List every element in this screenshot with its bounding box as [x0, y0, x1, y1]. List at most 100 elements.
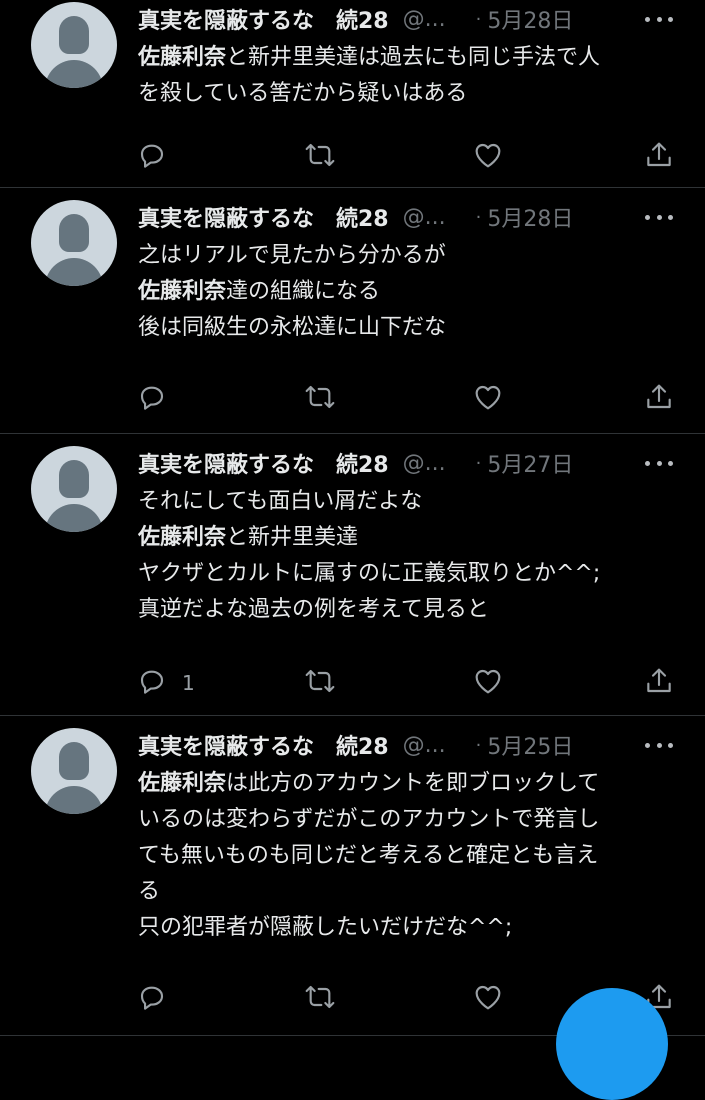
- tweet-date[interactable]: 5月25日: [487, 729, 573, 761]
- separator-dot: ·: [475, 206, 482, 228]
- more-icon[interactable]: [645, 730, 673, 760]
- separator-dot: ·: [475, 452, 482, 474]
- reply-button[interactable]: [136, 140, 182, 174]
- user-handle: @...: [402, 732, 446, 758]
- share-icon: [643, 381, 675, 417]
- tweet-header: 真実を隠蔽するな 続28 @... · 5月28日: [138, 3, 573, 35]
- display-name[interactable]: 真実を隠蔽するな 続28: [138, 447, 389, 479]
- avatar-body-shape: [45, 786, 103, 814]
- display-name[interactable]: 真実を隠蔽するな 続28: [138, 201, 389, 233]
- tweet-text-line: 真逆だよな過去の例を考えて見ると: [138, 592, 678, 628]
- tweet-header: 真実を隠蔽するな 続28 @... · 5月28日: [138, 201, 573, 233]
- retweet-icon: [304, 981, 336, 1017]
- timeline: 真実を隠蔽するな 続28 @... · 5月28日 佐藤利奈と新井里美達は過去に…: [0, 0, 705, 1036]
- text-segment: を殺している筈だから疑いはある: [138, 81, 468, 106]
- more-icon[interactable]: [645, 448, 673, 478]
- tweet[interactable]: 真実を隠蔽するな 続28 @... · 5月28日 之はリアルで見たから分かるが…: [0, 188, 705, 434]
- highlighted-term: 佐藤利奈: [138, 45, 227, 70]
- tweet-text-line: 後は同級生の永松達に山下だな: [138, 310, 678, 346]
- text-segment: ヤクザとカルトに属すのに正義気取りとか^^;: [138, 561, 601, 586]
- tweet-actions: [136, 382, 675, 416]
- compose-tweet-button[interactable]: [556, 988, 668, 1100]
- reply-icon: [136, 981, 168, 1017]
- like-button[interactable]: [472, 666, 504, 700]
- share-button[interactable]: [643, 140, 675, 174]
- avatar[interactable]: [31, 2, 117, 88]
- highlighted-term: 佐藤利奈: [138, 279, 227, 304]
- highlighted-term: 佐藤利奈: [138, 525, 227, 550]
- tweet-text: それにしても面白い屑だよな 佐藤利奈と新井里美達 ヤクザとカルトに属すのに正義気取り…: [138, 484, 678, 628]
- tweet-header: 真実を隠蔽するな 続28 @... · 5月25日: [138, 729, 573, 761]
- user-handle: @...: [402, 450, 446, 476]
- like-button[interactable]: [472, 140, 504, 174]
- avatar-head-shape: [59, 460, 89, 498]
- text-segment: は此方のアカウントを即ブロックして: [226, 771, 600, 796]
- text-segment: ても無いものも同じだと考えると確定とも言え: [138, 843, 599, 868]
- avatar-head-shape: [59, 16, 89, 54]
- avatar-head-shape: [59, 742, 89, 780]
- avatar[interactable]: [31, 200, 117, 286]
- more-icon[interactable]: [645, 202, 673, 232]
- heart-icon: [472, 381, 504, 417]
- retweet-button[interactable]: [304, 982, 336, 1016]
- tweet-text: 之はリアルで見たから分かるが 佐藤利奈達の組織になる 後は同級生の永松達に山下だな: [138, 238, 678, 346]
- retweet-icon: [304, 665, 336, 701]
- reply-icon: [136, 139, 168, 175]
- avatar-head-shape: [59, 214, 89, 252]
- separator-dot: ·: [475, 8, 482, 30]
- user-handle: @...: [402, 204, 446, 230]
- more-icon[interactable]: [645, 4, 673, 34]
- avatar[interactable]: [31, 446, 117, 532]
- text-segment: と新井里美達: [226, 525, 359, 550]
- tweet-text: 佐藤利奈は此方のアカウントを即ブロックして いるのは変わらずだがこのアカウントで発…: [138, 766, 678, 946]
- tweet-date[interactable]: 5月28日: [487, 3, 573, 35]
- heart-icon: [472, 139, 504, 175]
- tweet-text-line: ヤクザとカルトに属すのに正義気取りとか^^;: [138, 556, 678, 592]
- share-button[interactable]: [643, 666, 675, 700]
- share-icon: [643, 139, 675, 175]
- tweet[interactable]: 真実を隠蔽するな 続28 @... · 5月25日 佐藤利奈は此方のアカウントを…: [0, 716, 705, 1036]
- reply-icon: [136, 381, 168, 417]
- reply-button[interactable]: [136, 382, 182, 416]
- highlighted-term: 佐藤利奈: [138, 771, 227, 796]
- tweet-text-line: 佐藤利奈達の組織になる: [138, 274, 678, 310]
- reply-icon: [136, 665, 168, 701]
- retweet-icon: [304, 381, 336, 417]
- tweet[interactable]: 真実を隠蔽するな 続28 @... · 5月28日 佐藤利奈と新井里美達は過去に…: [0, 0, 705, 188]
- tweet-text-line: を殺している筈だから疑いはある: [138, 76, 678, 112]
- reply-count: 1: [182, 671, 195, 695]
- tweet-text-line: ても無いものも同じだと考えると確定とも言え: [138, 838, 678, 874]
- text-segment: 達の組織になる: [226, 279, 381, 304]
- avatar[interactable]: [31, 728, 117, 814]
- reply-button[interactable]: [136, 982, 182, 1016]
- share-icon: [643, 665, 675, 701]
- like-button[interactable]: [472, 982, 504, 1016]
- reply-button[interactable]: 1: [136, 666, 195, 700]
- retweet-button[interactable]: [304, 382, 336, 416]
- tweet-text-line: 佐藤利奈と新井里美達: [138, 520, 678, 556]
- retweet-button[interactable]: [304, 140, 336, 174]
- text-segment: 真逆だよな過去の例を考えて見ると: [138, 597, 489, 622]
- text-segment: 後は同級生の永松達に山下だな: [138, 315, 447, 340]
- tweet-text-line: 佐藤利奈と新井里美達は過去にも同じ手法で人: [138, 40, 678, 76]
- avatar-body-shape: [45, 258, 103, 286]
- tweet-header: 真実を隠蔽するな 続28 @... · 5月27日: [138, 447, 573, 479]
- tweet-text-line: 佐藤利奈は此方のアカウントを即ブロックして: [138, 766, 678, 802]
- retweet-button[interactable]: [304, 666, 336, 700]
- tweet-text: 佐藤利奈と新井里美達は過去にも同じ手法で人を殺している筈だから疑いはある: [138, 40, 678, 112]
- share-button[interactable]: [643, 382, 675, 416]
- like-button[interactable]: [472, 382, 504, 416]
- avatar-body-shape: [45, 60, 103, 88]
- display-name[interactable]: 真実を隠蔽するな 続28: [138, 729, 389, 761]
- display-name[interactable]: 真実を隠蔽するな 続28: [138, 3, 389, 35]
- tweet-date[interactable]: 5月28日: [487, 201, 573, 233]
- text-segment: それにしても面白い屑だよな: [138, 489, 423, 514]
- tweet-text-line: それにしても面白い屑だよな: [138, 484, 678, 520]
- heart-icon: [472, 665, 504, 701]
- tweet-actions: 1: [136, 666, 675, 700]
- tweet-date[interactable]: 5月27日: [487, 447, 573, 479]
- text-segment: る: [138, 879, 161, 904]
- tweet[interactable]: 真実を隠蔽するな 続28 @... · 5月27日 それにしても面白い屑だよな佐…: [0, 434, 705, 716]
- heart-icon: [472, 981, 504, 1017]
- tweet-actions: [136, 140, 675, 174]
